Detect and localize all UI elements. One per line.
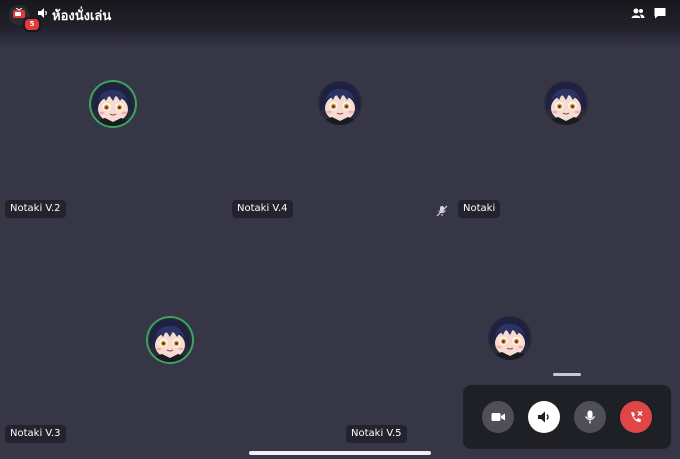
speaker-button[interactable] — [528, 401, 560, 433]
hang-up-button[interactable] — [620, 401, 652, 433]
participant-name: Notaki V.2 — [5, 200, 66, 218]
participant-tile[interactable]: Notaki — [436, 48, 680, 226]
participant-tile[interactable]: Notaki V.2 — [0, 48, 227, 226]
avatar — [148, 318, 192, 362]
avatar — [544, 81, 588, 125]
notification-badge: 5 — [23, 17, 41, 32]
participant-tile[interactable]: Notaki V.3 — [0, 226, 340, 459]
camera-button[interactable] — [482, 401, 514, 433]
top-bar: 5 ห้องนั่งเล่น — [0, 0, 680, 48]
muted-microphone-icon — [436, 205, 448, 217]
avatar — [318, 81, 362, 125]
microphone-icon — [584, 410, 596, 424]
speaker-icon — [38, 8, 47, 18]
home-indicator[interactable] — [249, 451, 431, 455]
participant-name: Notaki V.5 — [346, 425, 407, 443]
participant-tile[interactable]: Notaki V.4 — [227, 48, 453, 226]
avatar — [488, 316, 532, 360]
members-icon[interactable] — [631, 6, 645, 20]
channel-name: ห้องนั่งเล่น — [52, 9, 112, 24]
participant-name: Notaki V.3 — [5, 425, 66, 443]
microphone-button[interactable] — [574, 401, 606, 433]
controls-drag-handle[interactable] — [553, 373, 581, 376]
server-icon[interactable]: 5 — [9, 5, 41, 32]
speaker-icon — [538, 411, 549, 423]
avatar — [91, 82, 135, 126]
participant-name: Notaki V.4 — [232, 200, 293, 218]
call-controls — [463, 385, 671, 449]
camera-icon — [491, 413, 505, 421]
hang-up-icon — [631, 411, 643, 423]
chat-icon[interactable] — [653, 6, 667, 20]
participant-name: Notaki — [458, 200, 501, 218]
tv-icon — [13, 8, 25, 18]
